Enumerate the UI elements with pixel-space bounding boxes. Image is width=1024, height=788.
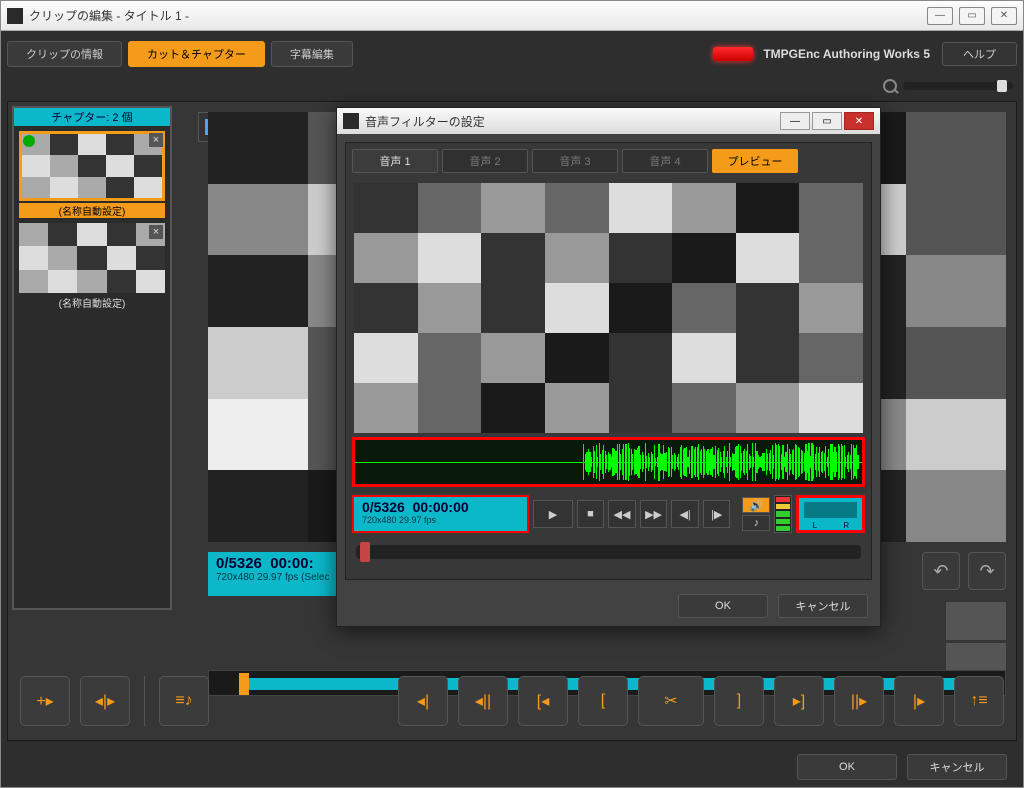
seek-thumb-icon[interactable] xyxy=(360,542,370,562)
sidebar-header: チャプター: 2 個 xyxy=(14,108,170,126)
chapter-list-button[interactable]: ↑≡ xyxy=(954,676,1004,726)
frame-back-button[interactable]: ◂|| xyxy=(458,676,508,726)
side-thumb[interactable] xyxy=(946,602,1006,640)
dialog-timecode: 00:00:00 xyxy=(413,499,469,515)
top-tab-bar: クリップの情報 カット＆チャプター 字幕編集 TMPGEnc Authoring… xyxy=(7,37,1017,71)
note-icon[interactable]: ♪ xyxy=(742,515,770,531)
titlebar: クリップの編集 - タイトル 1 - — ▭ ✕ xyxy=(1,1,1023,31)
dialog-frame-counter: 0/5326 xyxy=(362,499,405,515)
redo-button[interactable]: ↷ xyxy=(968,552,1006,590)
dialog-close-button[interactable]: ✕ xyxy=(844,112,874,130)
cancel-button[interactable]: キャンセル xyxy=(907,754,1007,780)
tab-clip-info[interactable]: クリップの情報 xyxy=(7,41,122,67)
zoom-slider[interactable] xyxy=(903,82,1013,90)
main-window: クリップの編集 - タイトル 1 - — ▭ ✕ クリップの情報 カット＆チャプ… xyxy=(0,0,1024,788)
dialog-minimize-button[interactable]: — xyxy=(780,112,810,130)
audio-filter-dialog: 音声フィルターの設定 — ▭ ✕ 音声 1 音声 2 音声 3 音声 4 プレビ… xyxy=(336,107,881,627)
dialog-title: 音声フィルターの設定 xyxy=(365,113,778,130)
main-footer: OK キャンセル xyxy=(1,747,1023,787)
lr-level-meter: L R xyxy=(796,495,865,533)
undo-button[interactable]: ↶ xyxy=(922,552,960,590)
dialog-ok-button[interactable]: OK xyxy=(678,594,768,618)
audio-tabs: 音声 1 音声 2 音声 3 音声 4 プレビュー xyxy=(346,143,871,179)
volume-meter xyxy=(774,495,792,533)
chapter-sidebar: チャプター: 2 個 × (名称自動設定) × (名称自動設定) xyxy=(12,106,172,610)
audio-tab-1[interactable]: 音声 1 xyxy=(352,149,438,173)
audio-tab-3[interactable]: 音声 3 xyxy=(532,149,618,173)
help-button[interactable]: ヘルプ xyxy=(942,42,1017,66)
chapter-label: (名称自動設定) xyxy=(19,203,165,218)
tab-cut-chapter[interactable]: カット＆チャプター xyxy=(128,41,265,67)
audio-tab-preview[interactable]: プレビュー xyxy=(712,149,798,173)
speaker-icon[interactable]: 🔊 xyxy=(742,497,770,513)
lr-r-label: R xyxy=(831,521,862,530)
split-button[interactable]: ◂|▸ xyxy=(80,676,130,726)
chapter-close-icon[interactable]: × xyxy=(149,133,163,147)
ok-button[interactable]: OK xyxy=(797,754,897,780)
dialog-content: 音声 1 音声 2 音声 3 音声 4 プレビュー 0/5326 00:00:0 xyxy=(345,142,872,580)
audio-tab-4[interactable]: 音声 4 xyxy=(622,149,708,173)
dialog-controls: 0/5326 00:00:00 720x480 29.97 fps ▶ ■ ◀◀… xyxy=(352,493,865,535)
prev-frame-button[interactable]: ◀| xyxy=(671,500,699,528)
chapter-thumbnail xyxy=(19,223,165,293)
dialog-cancel-button[interactable]: キャンセル xyxy=(778,594,868,618)
cut-range-button[interactable]: ✂ xyxy=(638,676,704,726)
play-button[interactable]: ▶ xyxy=(533,500,572,528)
chapter-item-1[interactable]: × (名称自動設定) xyxy=(19,131,165,218)
chapter-thumbnail xyxy=(19,131,165,201)
step-back-button[interactable]: ◂| xyxy=(398,676,448,726)
frame-fwd-button[interactable]: ||▸ xyxy=(834,676,884,726)
dialog-seek-slider[interactable] xyxy=(356,545,861,559)
rewind-button[interactable]: ◀◀ xyxy=(608,500,636,528)
chapter-active-dot-icon xyxy=(23,135,35,147)
close-button[interactable]: ✕ xyxy=(991,7,1017,25)
maximize-button[interactable]: ▭ xyxy=(959,7,985,25)
dialog-icon xyxy=(343,113,359,129)
mark-out-button[interactable]: ] xyxy=(714,676,764,726)
brand-text: TMPGEnc Authoring Works 5 xyxy=(763,47,930,61)
dialog-footer: OK キャンセル xyxy=(337,586,880,626)
mark-out-jump-button[interactable]: ▸] xyxy=(774,676,824,726)
chapter-close-icon[interactable]: × xyxy=(149,225,163,239)
chapter-label: (名称自動設定) xyxy=(19,295,165,310)
lr-l-label: L xyxy=(799,521,830,530)
window-title: クリップの編集 - タイトル 1 - xyxy=(29,7,927,24)
dialog-preview xyxy=(354,183,863,433)
step-fwd-button[interactable]: |▸ xyxy=(894,676,944,726)
frame-counter: 0/5326 xyxy=(216,555,262,572)
dialog-titlebar: 音声フィルターの設定 — ▭ ✕ xyxy=(337,108,880,134)
add-chapter-button[interactable]: +▸ xyxy=(20,676,70,726)
audio-filter-button[interactable]: ≡♪ xyxy=(159,676,209,726)
audio-tab-2[interactable]: 音声 2 xyxy=(442,149,528,173)
dialog-video-meta: 720x480 29.97 fps xyxy=(362,515,519,525)
app-icon xyxy=(7,8,23,24)
next-frame-button[interactable]: |▶ xyxy=(703,500,731,528)
bottom-toolbar: +▸ ◂|▸ ≡♪ ◂| ◂|| [◂ [ ✂ ] ▸] ||▸ |▸ ↑≡ xyxy=(12,666,1012,736)
tab-subtitle[interactable]: 字幕編集 xyxy=(271,41,353,67)
timecode: 00:00: xyxy=(270,555,313,572)
zoom-row xyxy=(7,75,1017,97)
mark-in-jump-button[interactable]: [◂ xyxy=(518,676,568,726)
ffwd-button[interactable]: ▶▶ xyxy=(640,500,668,528)
minimize-button[interactable]: — xyxy=(927,7,953,25)
zoom-icon[interactable] xyxy=(883,79,897,93)
mark-in-button[interactable]: [ xyxy=(578,676,628,726)
dialog-time-display: 0/5326 00:00:00 720x480 29.97 fps xyxy=(352,495,529,533)
brand-led-icon xyxy=(713,47,753,61)
dialog-maximize-button[interactable]: ▭ xyxy=(812,112,842,130)
chapter-item-2[interactable]: × (名称自動設定) xyxy=(19,223,165,310)
stop-button[interactable]: ■ xyxy=(577,500,605,528)
waveform-display[interactable] xyxy=(352,437,865,487)
